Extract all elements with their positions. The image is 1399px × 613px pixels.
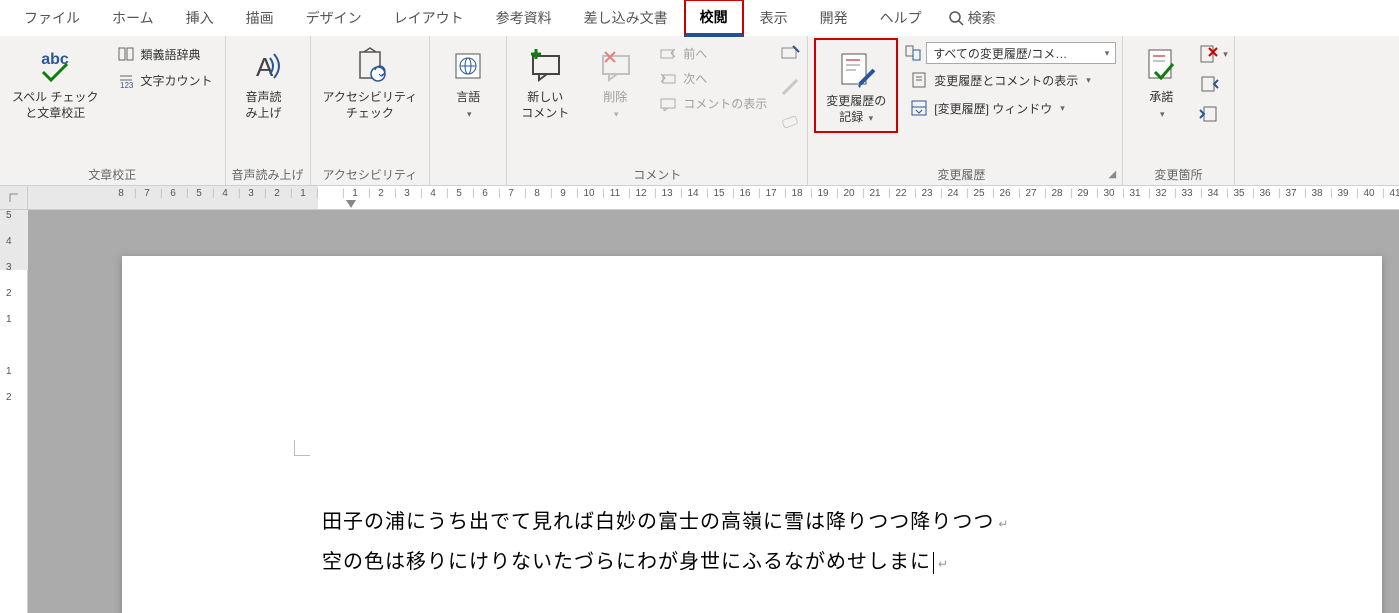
next-comment-button[interactable]: 次へ bbox=[653, 67, 773, 90]
read-aloud-icon: A bbox=[244, 46, 284, 86]
tracking-dialog-launcher[interactable]: ◢ bbox=[1109, 169, 1117, 180]
chevron-down-icon: ▾ bbox=[1060, 103, 1065, 114]
new-comment-icon bbox=[525, 46, 565, 86]
group-accessibility-label: アクセシビリティ bbox=[317, 164, 424, 185]
ruler-row: 8|7|6|5|4|3|2|1||1|2|3|4|5|6|7|8|9|10|11… bbox=[0, 186, 1399, 210]
eraser-icon[interactable] bbox=[779, 108, 801, 130]
group-comments-label: コメント bbox=[513, 164, 801, 185]
prev-change-icon[interactable] bbox=[1199, 74, 1219, 94]
document-area: 5432112 田子の浦にうち出でて見れば白妙の富士の高嶺に雪は降りつつ降りつつ… bbox=[0, 210, 1399, 613]
chevron-down-icon: ▾ bbox=[1105, 48, 1110, 59]
margin-mark bbox=[294, 440, 310, 456]
pen-icon[interactable] bbox=[779, 76, 801, 98]
svg-text:123: 123 bbox=[120, 81, 134, 89]
chevron-down-icon: ▾ bbox=[869, 113, 874, 123]
group-language: 言語▾ bbox=[430, 36, 507, 185]
accept-button[interactable]: 承諾▾ bbox=[1129, 38, 1193, 125]
paragraph-mark-icon: ↵ bbox=[938, 557, 949, 571]
word-count-button[interactable]: 123 文字カウント bbox=[111, 68, 219, 92]
reject-button[interactable]: ▾ bbox=[1199, 44, 1228, 64]
show-comments-icon bbox=[659, 97, 677, 111]
search-label: 検索 bbox=[968, 8, 996, 28]
group-speech-label: 音声読み上げ bbox=[232, 164, 304, 185]
read-aloud-button[interactable]: A 音声読 み上げ bbox=[232, 38, 296, 125]
chevron-down-icon: ▾ bbox=[614, 109, 619, 119]
language-icon bbox=[450, 48, 486, 84]
tab-help[interactable]: ヘルプ bbox=[864, 0, 938, 36]
delete-comment-button[interactable]: 削除▾ bbox=[583, 38, 647, 125]
accessibility-icon bbox=[350, 46, 390, 86]
prev-comment-icon bbox=[659, 47, 677, 61]
show-markup-button[interactable]: 変更履歴とコメントの表示 ▾ bbox=[904, 68, 1116, 92]
group-comments: 新しい コメント 削除▾ 前へ 次へ コメントの表示 bbox=[507, 36, 808, 185]
track-changes-icon bbox=[834, 48, 878, 92]
reviewing-pane-button[interactable]: [変更履歴] ウィンドウ ▾ bbox=[904, 96, 1116, 120]
chevron-down-icon: ▾ bbox=[1223, 49, 1228, 60]
word-count-icon: 123 bbox=[117, 71, 135, 89]
tracking-doc-icon bbox=[904, 44, 922, 62]
next-change-icon[interactable] bbox=[1199, 104, 1219, 124]
ink-comment-icon[interactable] bbox=[779, 44, 801, 66]
page: 田子の浦にうち出でて見れば白妙の富士の高嶺に雪は降りつつ降りつつ↵ 空の色は移り… bbox=[122, 256, 1382, 613]
chevron-down-icon: ▾ bbox=[467, 109, 472, 119]
reviewing-pane-icon bbox=[910, 99, 928, 117]
search-box[interactable]: 検索 bbox=[948, 8, 996, 28]
search-icon bbox=[948, 10, 964, 26]
display-for-review-select[interactable]: すべての変更履歴/コメ… ▾ bbox=[926, 42, 1116, 64]
tab-developer[interactable]: 開発 bbox=[804, 0, 864, 36]
thesaurus-icon bbox=[117, 45, 135, 63]
tab-review[interactable]: 校閲 bbox=[684, 0, 744, 37]
spell-check-icon: abc bbox=[35, 46, 75, 86]
language-button[interactable]: 言語▾ bbox=[436, 38, 500, 125]
document-line-1[interactable]: 田子の浦にうち出でて見れば白妙の富士の高嶺に雪は降りつつ降りつつ↵ bbox=[322, 506, 1009, 538]
ruler-corner bbox=[0, 186, 28, 210]
tab-file[interactable]: ファイル bbox=[8, 0, 96, 36]
tab-design[interactable]: デザイン bbox=[290, 0, 378, 36]
tab-references[interactable]: 参考資料 bbox=[480, 0, 568, 36]
tab-home[interactable]: ホーム bbox=[96, 0, 170, 36]
document-line-2[interactable]: 空の色は移りにけりないたづらにわが身世にふるながめせしまに↵ bbox=[322, 546, 949, 578]
document-canvas[interactable]: 田子の浦にうち出でて見れば白妙の富士の高嶺に雪は降りつつ降りつつ↵ 空の色は移り… bbox=[28, 210, 1399, 613]
spell-check-button[interactable]: abc スペル チェック と文章校正 bbox=[6, 38, 105, 125]
group-speech: A 音声読 み上げ 音声読み上げ bbox=[226, 36, 311, 185]
tab-layout[interactable]: レイアウト bbox=[378, 0, 480, 36]
group-proofing-label: 文章校正 bbox=[6, 164, 219, 185]
chevron-down-icon: ▾ bbox=[1086, 75, 1091, 86]
accessibility-check-button[interactable]: アクセシビリティ チェック bbox=[317, 38, 424, 125]
group-accessibility: アクセシビリティ チェック アクセシビリティ bbox=[311, 36, 431, 185]
chevron-down-icon: ▾ bbox=[1160, 109, 1165, 119]
show-markup-icon bbox=[910, 71, 928, 89]
prev-comment-button[interactable]: 前へ bbox=[653, 42, 773, 65]
next-comment-icon bbox=[659, 72, 677, 86]
vertical-ruler[interactable]: 5432112 bbox=[0, 210, 28, 613]
svg-text:A: A bbox=[256, 52, 274, 82]
group-proofing: abc スペル チェック と文章校正 類義語辞典 123 文字カウント 文章校正 bbox=[0, 36, 226, 185]
ribbon-tabs: ファイル ホーム 挿入 描画 デザイン レイアウト 参考資料 差し込み文書 校閲… bbox=[0, 0, 1399, 36]
indent-marker[interactable] bbox=[346, 200, 356, 208]
group-changes-label: 変更箇所 bbox=[1129, 164, 1228, 185]
group-tracking: 変更履歴の 記録 ▾ すべての変更履歴/コメ… ▾ 変更履歴とコメントの表示 ▾ bbox=[808, 36, 1123, 185]
show-comments-button[interactable]: コメントの表示 bbox=[653, 92, 773, 115]
group-changes: 承諾▾ ▾ 変更箇所 bbox=[1123, 36, 1235, 185]
tab-draw[interactable]: 描画 bbox=[230, 0, 290, 36]
tab-mailings[interactable]: 差し込み文書 bbox=[568, 0, 684, 36]
group-tracking-label: 変更履歴 bbox=[814, 164, 1108, 185]
delete-comment-icon bbox=[595, 46, 635, 86]
paragraph-mark-icon: ↵ bbox=[998, 517, 1009, 531]
text-cursor bbox=[933, 552, 934, 574]
horizontal-ruler[interactable]: 8|7|6|5|4|3|2|1||1|2|3|4|5|6|7|8|9|10|11… bbox=[28, 186, 1399, 210]
accept-icon bbox=[1143, 46, 1179, 86]
ribbon: abc スペル チェック と文章校正 類義語辞典 123 文字カウント 文章校正… bbox=[0, 36, 1399, 186]
thesaurus-button[interactable]: 類義語辞典 bbox=[111, 42, 219, 66]
tab-insert[interactable]: 挿入 bbox=[170, 0, 230, 36]
reject-icon bbox=[1199, 44, 1219, 64]
track-changes-button[interactable]: 変更履歴の 記録 ▾ bbox=[814, 38, 898, 133]
tab-view[interactable]: 表示 bbox=[744, 0, 804, 36]
new-comment-button[interactable]: 新しい コメント bbox=[513, 38, 577, 125]
